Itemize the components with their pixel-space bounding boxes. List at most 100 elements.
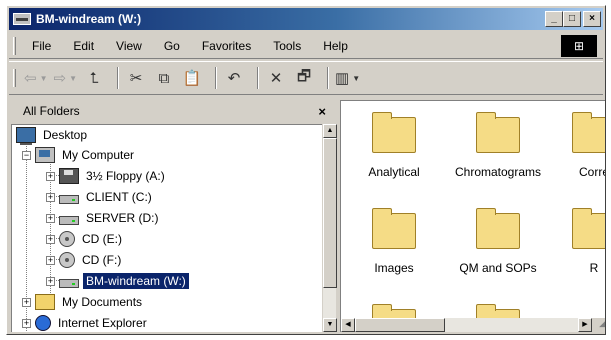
folder-analytical[interactable]: Analytical (349, 112, 439, 179)
drive-icon (13, 13, 31, 25)
expand-icon[interactable]: + (46, 276, 55, 286)
drive-icon (59, 194, 79, 204)
chevron-down-icon: ▼ (69, 73, 77, 83)
scroll-down-icon[interactable]: ▼ (323, 318, 337, 332)
tree-item-cd-f[interactable]: + CD (F:) (46, 250, 124, 270)
tree-item-label: 3½ Floppy (A:) (86, 169, 165, 183)
menu-tools[interactable]: Tools (265, 39, 309, 53)
tree-item-label: CLIENT (C:) (86, 190, 152, 204)
up-folder-button[interactable]: ⮤ (83, 66, 105, 90)
folder-label: Analytical (368, 165, 420, 179)
tree-item-label: SERVER (D:) (86, 211, 159, 225)
tree-item-label: CD (F:) (82, 253, 122, 267)
scroll-thumb[interactable] (323, 138, 337, 288)
scroll-right-icon[interactable]: ▶ (578, 318, 592, 332)
folder-chromatograms[interactable]: Chromatograms (453, 112, 543, 179)
drive-icon (59, 215, 79, 225)
tree-item-floppy-a[interactable]: + 3½ Floppy (A:) (46, 166, 168, 186)
tree-item-my-computer[interactable]: − My Computer (22, 145, 137, 165)
cut-button[interactable]: ✂ (125, 66, 147, 90)
toolbar-grip[interactable] (13, 69, 16, 87)
properties-icon: 🗗 (296, 67, 312, 85)
copy-button[interactable]: ⧉ (153, 66, 175, 90)
tree-item-my-documents[interactable]: + My Documents (22, 292, 145, 312)
tree-item-label: My Computer (62, 148, 135, 162)
menu-favorites[interactable]: Favorites (194, 39, 259, 53)
back-button[interactable]: ⇦ ▼ (24, 66, 48, 90)
tree-item-bm-windream-w[interactable]: + BM-windream (W:) (46, 271, 190, 291)
views-icon: ▥ (335, 70, 350, 87)
paste-button[interactable]: 📋 (181, 66, 203, 90)
folders-panel: All Folders × Desktop − My Computer + 3½… (9, 100, 337, 332)
menu-edit[interactable]: Edit (65, 39, 102, 53)
tree-item-server-d[interactable]: + SERVER (D:) (46, 208, 161, 228)
folder-corre[interactable]: Corre (549, 112, 605, 179)
contents-horizontal-scrollbar[interactable]: ◀ ▶ ◢ (341, 318, 605, 332)
toolbar-separator (117, 67, 119, 89)
internet-explorer-icon (35, 315, 51, 331)
forward-button[interactable]: ⇨ ▼ (54, 66, 78, 90)
maximize-button[interactable]: □ (563, 11, 581, 27)
resize-grip-icon[interactable]: ◢ (592, 318, 605, 332)
folders-panel-header: All Folders × (9, 100, 334, 122)
folder-r[interactable]: R (549, 208, 605, 275)
toolbar-separator (327, 67, 329, 89)
expand-icon[interactable]: + (22, 318, 31, 328)
forward-arrow-icon: ⇨ (53, 70, 67, 87)
tree-vertical-scrollbar[interactable]: ▲ ▼ (322, 124, 337, 332)
delete-icon: ✕ (269, 70, 283, 87)
minimize-button[interactable]: _ (545, 11, 563, 27)
title-bar[interactable]: BM-windream (W:) _ □ × (9, 8, 603, 30)
tree-item-label: Desktop (43, 128, 88, 142)
folder-qm-and-sops[interactable]: QM and SOPs (453, 208, 543, 275)
chevron-down-icon: ▼ (352, 73, 361, 83)
window-title: BM-windream (W:) (36, 12, 142, 26)
delete-button[interactable]: ✕ (265, 66, 287, 90)
expand-icon[interactable]: + (46, 234, 55, 244)
folder-label: R (589, 261, 599, 275)
undo-button[interactable]: ↶ (223, 66, 245, 90)
expand-icon[interactable]: + (46, 255, 55, 265)
folder-icon (35, 294, 55, 310)
expand-icon[interactable]: + (46, 171, 55, 181)
copy-icon: ⧉ (158, 69, 170, 87)
tree-item-client-c[interactable]: + CLIENT (C:) (46, 187, 155, 207)
scroll-thumb[interactable] (355, 318, 445, 332)
folder-tree: Desktop − My Computer + 3½ Floppy (A:) +… (11, 124, 322, 332)
paste-icon: 📋 (182, 70, 202, 87)
desktop-icon (16, 127, 36, 145)
menu-view[interactable]: View (108, 39, 150, 53)
folder-icon (572, 208, 605, 249)
properties-button[interactable]: 🗗 (293, 66, 315, 90)
folder-icon (372, 112, 416, 153)
menubar-grip[interactable] (13, 36, 16, 55)
folders-panel-title: All Folders (23, 104, 80, 118)
close-button[interactable]: × (583, 11, 601, 27)
expand-icon[interactable]: + (22, 297, 31, 307)
views-button[interactable]: ▥ ▼ (335, 66, 360, 90)
tree-item-cd-e[interactable]: + CD (E:) (46, 229, 125, 249)
drive-icon (59, 278, 79, 288)
tree-item-label: Internet Explorer (58, 316, 147, 330)
close-icon[interactable]: × (318, 104, 326, 119)
scroll-left-icon[interactable]: ◀ (341, 318, 355, 332)
folder-label: Corre (578, 165, 605, 179)
toolbar: ⇦ ▼ ⇨ ▼ ⮤ ✂ ⧉ 📋 ↶ ✕ 🗗 ▥ ▼ (9, 61, 603, 95)
tree-item-desktop[interactable]: Desktop (16, 125, 90, 145)
tree-item-label: CD (E:) (82, 232, 122, 246)
menu-go[interactable]: Go (156, 39, 188, 53)
tree-item-label: My Documents (62, 295, 143, 309)
chevron-down-icon: ▼ (39, 73, 48, 83)
expand-icon[interactable]: + (46, 213, 55, 223)
folder-icon (476, 208, 520, 249)
folder-images[interactable]: Images (349, 208, 439, 275)
undo-icon: ↶ (227, 70, 241, 87)
menu-help[interactable]: Help (315, 39, 356, 53)
collapse-icon[interactable]: − (22, 150, 31, 160)
scroll-up-icon[interactable]: ▲ (323, 124, 337, 138)
folder-contents-view: Analytical Chromatograms Corre Images QM… (340, 100, 605, 332)
expand-icon[interactable]: + (46, 192, 55, 202)
tree-item-internet-explorer[interactable]: + Internet Explorer (22, 313, 150, 332)
menu-file[interactable]: File (24, 39, 59, 53)
menu-bar: File Edit View Go Favorites Tools Help ⊞ (9, 33, 603, 59)
